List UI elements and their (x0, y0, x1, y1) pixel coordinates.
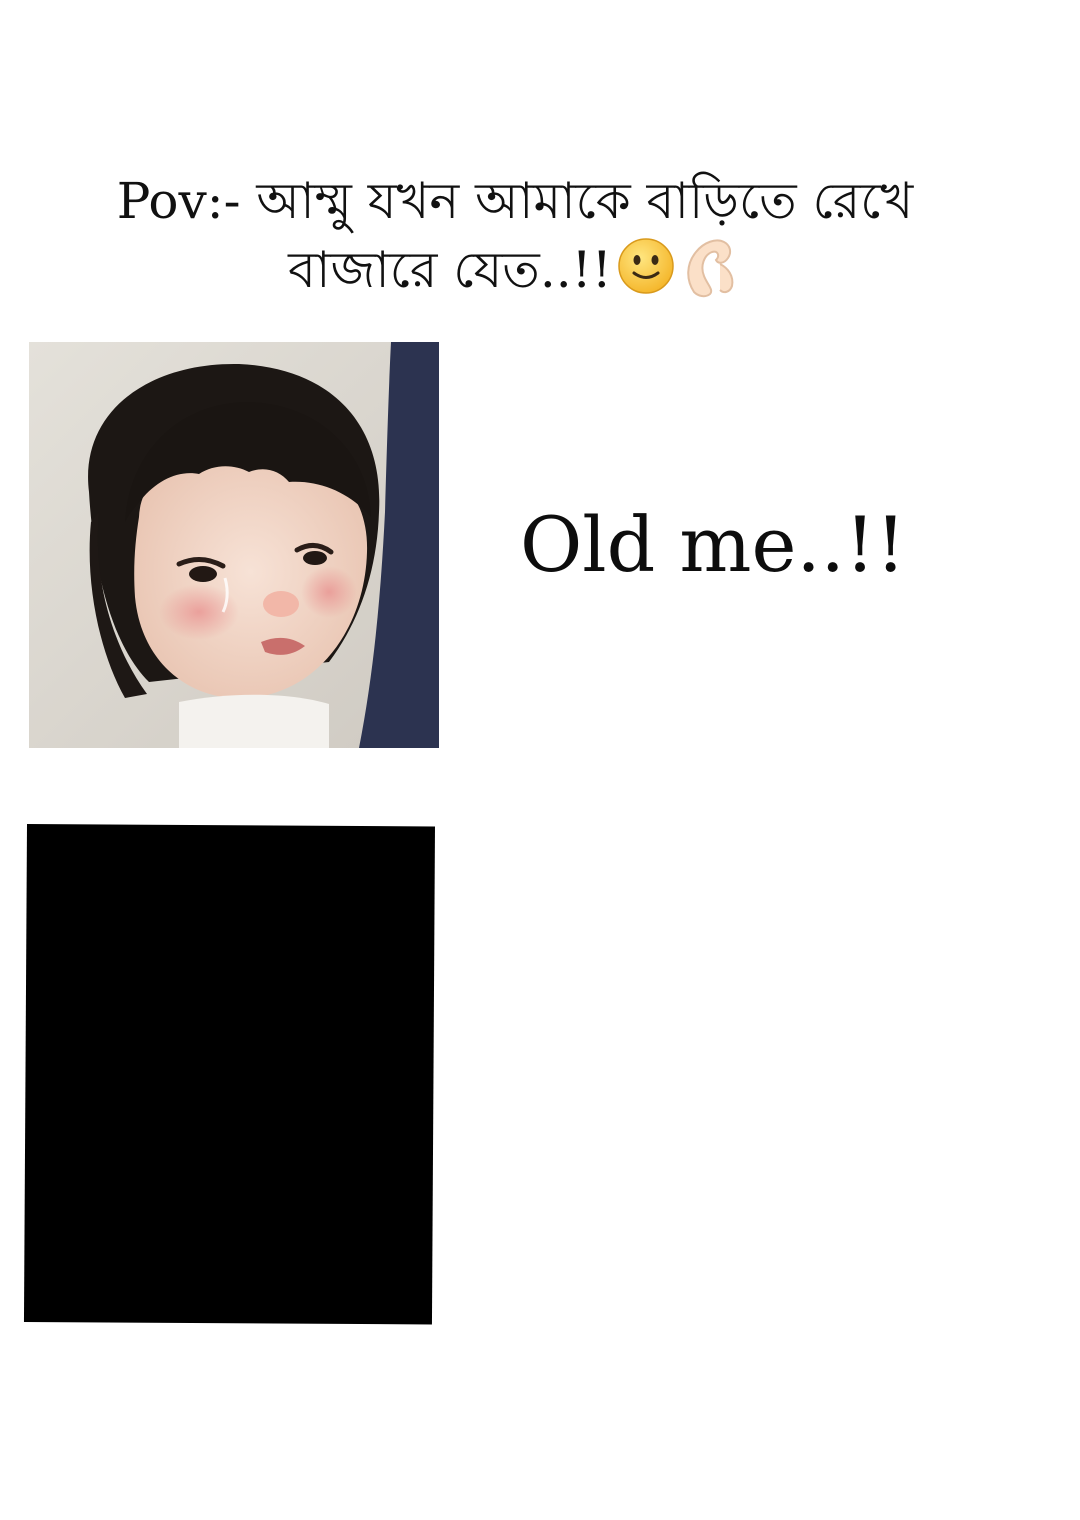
crying-toddler-photo (29, 342, 439, 748)
caption-line-2: বাজারে যেত..!! (288, 241, 612, 299)
old-me-label: Old me..!! (520, 500, 906, 589)
black-image-panel (23, 824, 435, 1325)
pinching-hand-icon (680, 234, 742, 314)
caption-line-2-wrap: বাজারে যেত..!! (40, 234, 990, 314)
meme-caption: Pov:- আম্মু যখন আমাকে বাড়িতে রেখে বাজার… (40, 168, 990, 314)
slightly-smiling-face-icon (616, 236, 676, 312)
caption-line-1: Pov:- আম্মু যখন আমাকে বাড়িতে রেখে (116, 172, 914, 230)
